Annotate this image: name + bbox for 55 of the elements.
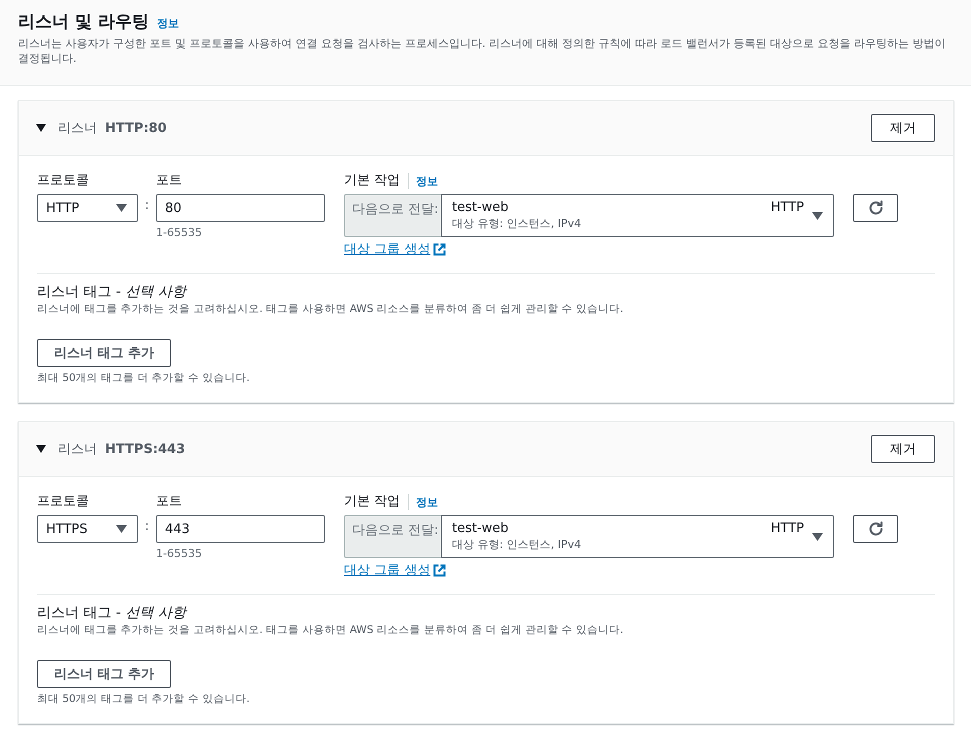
protocol-label: 프로토콜 — [37, 493, 90, 511]
remove-button[interactable]: 제거 — [871, 435, 935, 463]
tags-title: 리스너 태그 - 선택 사항 — [37, 283, 188, 302]
section-description: 리스너는 사용자가 구성한 포트 및 프로토콜을 사용하여 연결 요청을 검사하는 프로세스입니다. 리스너에 대해 정의한 규칙에 따라 로드 밸런서가 등록된 대상으로 요청을 라우팅하는 방법이 결정됩니다. — [18, 36, 946, 66]
target-group-name: test-web — [452, 199, 509, 216]
refresh-icon — [868, 200, 884, 216]
remove-button[interactable]: 제거 — [871, 114, 935, 142]
port-input[interactable]: 443 — [156, 515, 325, 543]
add-tag-button[interactable]: 리스너 태그 추가 — [37, 339, 171, 367]
target-type-details: 대상 유형: 인스턴스, IPv4 — [452, 537, 582, 552]
port-input[interactable]: 80 — [156, 194, 325, 222]
external-link-icon — [433, 242, 446, 256]
caret-icon — [116, 204, 127, 212]
port-separator: : — [144, 198, 150, 213]
caret-icon — [116, 525, 127, 533]
forward-to-label: 다음으로 전달: — [344, 194, 441, 237]
listener-name: HTTPS:443 — [105, 442, 186, 456]
info-link[interactable]: 정보 — [156, 16, 179, 31]
protocol-select[interactable]: HTTPS — [37, 515, 138, 543]
protocol-label: 프로토콜 — [37, 172, 90, 190]
default-action-label: 기본 작업 — [344, 172, 400, 190]
refresh-button[interactable] — [853, 194, 898, 222]
tags-description: 리스너에 태그를 추가하는 것을 고려하십시오. 태그를 사용하면 AWS 리소스를 분류하여 좀 더 쉽게 관리할 수 있습니다. — [37, 302, 624, 316]
target-group-select[interactable]: test-web HTTP 대상 유형: 인스턴스, IPv4 — [441, 515, 834, 558]
refresh-button[interactable] — [853, 515, 898, 543]
info-link[interactable]: 정보 — [416, 494, 438, 510]
target-group-protocol: HTTP — [770, 520, 804, 537]
create-target-group-link[interactable]: 대상 그룹 생성 — [344, 561, 446, 579]
port-separator: : — [144, 519, 150, 534]
port-label: 포트 — [156, 172, 183, 190]
port-label: 포트 — [156, 493, 183, 511]
target-group-select[interactable]: test-web HTTP 대상 유형: 인스턴스, IPv4 — [441, 194, 834, 237]
refresh-icon — [868, 521, 884, 537]
port-range-hint: 1-65535 — [156, 226, 203, 239]
default-action-label: 기본 작업 — [344, 493, 400, 511]
forward-to-label: 다음으로 전달: — [344, 515, 441, 558]
target-group-protocol: HTTP — [770, 199, 804, 216]
tag-limit-note: 최대 50개의 태그를 더 추가할 수 있습니다. — [37, 692, 251, 706]
target-group-name: test-web — [452, 520, 509, 537]
listener-name: HTTP:80 — [105, 120, 168, 136]
info-link[interactable]: 정보 — [416, 174, 438, 188]
listener-label: 리스너 — [58, 120, 97, 137]
listener-label: 리스너 — [58, 441, 97, 458]
section-title: 리스너 및 라우팅 — [18, 11, 149, 34]
add-tag-button[interactable]: 리스너 태그 추가 — [37, 660, 171, 688]
caret-icon — [812, 532, 823, 540]
create-target-group-link[interactable]: 대상 그룹 생성 — [344, 240, 446, 258]
tag-limit-note: 최대 50개의 태그를 더 추가할 수 있습니다. — [37, 371, 251, 385]
target-type-details: 대상 유형: 인스턴스, IPv4 — [452, 216, 582, 231]
external-link-icon — [433, 564, 446, 576]
caret-icon — [812, 212, 823, 220]
tags-title: 리스너 태그 - 선택 사항 — [37, 604, 188, 623]
tags-description: 리스너에 태그를 추가하는 것을 고려하십시오. 태그를 사용하면 AWS 리소스를 분류하여 좀 더 쉽게 관리할 수 있습니다. — [37, 623, 624, 637]
protocol-select[interactable]: HTTP — [37, 194, 138, 222]
port-range-hint: 1-65535 — [156, 547, 203, 560]
